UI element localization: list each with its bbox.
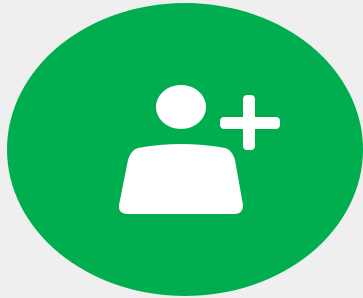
add-user-button[interactable] [7,3,363,296]
add-user-screen [0,0,363,298]
